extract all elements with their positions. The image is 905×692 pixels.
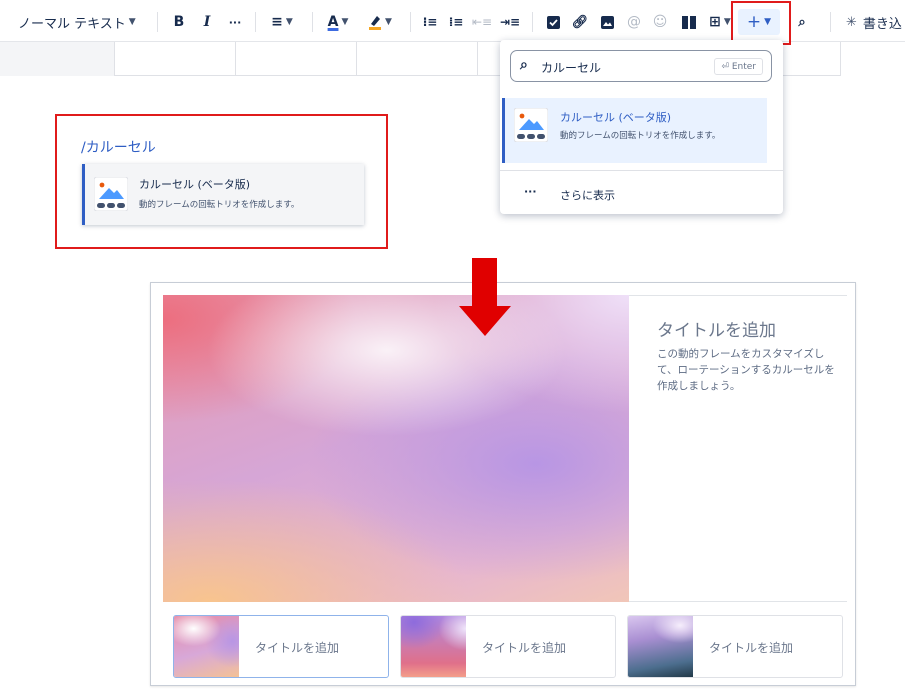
carousel-image-icon	[514, 108, 548, 142]
down-arrow-annotation	[472, 258, 497, 308]
text-color-dropdown[interactable]: A ▼	[322, 10, 354, 34]
show-more-label: さらに表示	[560, 189, 615, 202]
insert-search-input[interactable]: カルーセル	[541, 59, 601, 76]
align-icon: ≡	[271, 14, 283, 30]
text-style-dropdown[interactable]: ノーマル テキスト ▼	[18, 10, 140, 34]
down-arrow-head	[459, 306, 511, 336]
search-icon: ⌕	[520, 57, 528, 73]
more-icon: ···	[524, 185, 537, 198]
carousel-main-image[interactable]	[163, 295, 629, 602]
table-cell[interactable]	[114, 42, 236, 76]
slash-command-text: /カルーセル	[81, 140, 156, 156]
insert-item-carousel[interactable]: カルーセル (ベータ版) 動的フレームの回転トリオを作成します。	[502, 98, 767, 163]
carousel-thumbnail[interactable]: タイトルを追加	[627, 615, 843, 678]
search-icon: ⌕	[798, 14, 806, 30]
insert-item-description: 動的フレームの回転トリオを作成します。	[560, 131, 721, 141]
show-more-item[interactable]: ··· さらに表示	[500, 178, 783, 208]
slash-menu-item-description: 動的フレームの回転トリオを作成します。	[139, 200, 300, 210]
thumbnail-image	[174, 616, 239, 677]
thumbnail-title: タイトルを追加	[709, 641, 794, 655]
numbered-list-icon: ⁞≡	[448, 15, 464, 29]
toolbar-divider	[312, 12, 313, 32]
thumbnail-title: タイトルを追加	[482, 641, 567, 655]
bold-button[interactable]: B	[170, 10, 188, 34]
writing-assist-button[interactable]: ✳ 書き込	[846, 10, 905, 34]
mention-icon: @	[627, 14, 641, 30]
thumbnail-image	[628, 616, 693, 677]
more-label: ···	[228, 15, 242, 29]
carousel-title[interactable]: タイトルを追加	[657, 316, 776, 341]
link-icon: 🔗︎	[571, 14, 589, 30]
outdent-icon: ⇤≡	[471, 15, 493, 29]
chevron-down-icon: ▼	[385, 17, 392, 27]
carousel-divider	[629, 295, 847, 296]
bullet-list-icon: ⁝≡	[422, 15, 438, 29]
insert-item-title: カルーセル (ベータ版)	[560, 111, 672, 124]
chevron-down-icon: ▼	[128, 17, 136, 27]
indent-icon: ⇥≡	[499, 15, 521, 29]
more-formatting-button[interactable]: ···	[224, 10, 246, 34]
bullet-list-button[interactable]: ⁝≡	[420, 10, 440, 34]
layout-button[interactable]	[679, 10, 699, 34]
bold-label: B	[173, 14, 185, 30]
dropdown-divider	[500, 170, 783, 171]
slash-menu-item-carousel[interactable]: カルーセル (ベータ版) 動的フレームの回転トリオを作成します。	[82, 164, 364, 225]
thumbnail-image	[401, 616, 466, 677]
italic-button[interactable]: I	[198, 10, 216, 34]
highlighter-icon	[369, 16, 382, 30]
thumbnail-title: タイトルを追加	[255, 641, 340, 655]
carousel-thumbnail[interactable]: タイトルを追加	[400, 615, 616, 678]
table-cell[interactable]	[356, 42, 478, 76]
slash-menu-item-title: カルーセル (ベータ版)	[139, 178, 251, 191]
toolbar-divider	[157, 12, 158, 32]
sparkle-icon: ✳	[846, 14, 857, 30]
toolbar-divider	[255, 12, 256, 32]
text-style-label: ノーマル テキスト	[18, 16, 126, 32]
numbered-list-button[interactable]: ⁞≡	[446, 10, 466, 34]
task-button[interactable]	[543, 10, 563, 34]
carousel-preview: タイトルを追加 この動的フレームをカスタマイズして、ローテーションするカルーセル…	[150, 282, 856, 686]
highlight-dropdown[interactable]: ▼	[364, 10, 396, 34]
table-icon: ⊞	[709, 14, 721, 30]
indent-button[interactable]: ⇥≡	[500, 10, 520, 34]
text-color-icon: A	[327, 14, 339, 30]
image-icon	[600, 15, 614, 29]
table-cell[interactable]	[0, 42, 115, 76]
highlight-box-insert	[731, 1, 791, 45]
table-cell[interactable]	[235, 42, 357, 76]
checkbox-icon	[546, 15, 560, 29]
chevron-down-icon: ▼	[341, 17, 349, 27]
find-button[interactable]: ⌕	[792, 10, 812, 34]
mention-button[interactable]: @	[624, 10, 644, 34]
carousel-thumbnail[interactable]: タイトルを追加	[173, 615, 389, 678]
link-button[interactable]: 🔗︎	[570, 10, 590, 34]
image-button[interactable]	[597, 10, 617, 34]
emoji-icon: ☺	[652, 14, 668, 30]
columns-icon	[682, 15, 696, 29]
carousel-divider	[629, 601, 847, 602]
alignment-dropdown[interactable]: ≡ ▼	[266, 10, 298, 34]
outdent-button[interactable]: ⇤≡	[472, 10, 492, 34]
carousel-image-icon	[94, 177, 128, 211]
chevron-down-icon: ▼	[723, 17, 731, 27]
carousel-description[interactable]: この動的フレームをカスタマイズして、ローテーションするカルーセルを作成しましょう…	[657, 346, 842, 394]
toolbar-divider	[410, 12, 411, 32]
emoji-button[interactable]: ☺	[650, 10, 670, 34]
toolbar-divider	[532, 12, 533, 32]
chevron-down-icon: ▼	[285, 17, 293, 27]
writing-assist-label: 書き込	[862, 16, 902, 32]
insert-search-field[interactable]: ⌕ カルーセル ⏎ Enter	[510, 50, 772, 82]
insert-dropdown-panel: ⌕ カルーセル ⏎ Enter カルーセル (ベータ版) 動的フレームの回転トリ…	[500, 40, 783, 214]
italic-label: I	[203, 14, 211, 30]
enter-hint-badge: ⏎ Enter	[714, 58, 763, 75]
toolbar-divider	[830, 12, 831, 32]
